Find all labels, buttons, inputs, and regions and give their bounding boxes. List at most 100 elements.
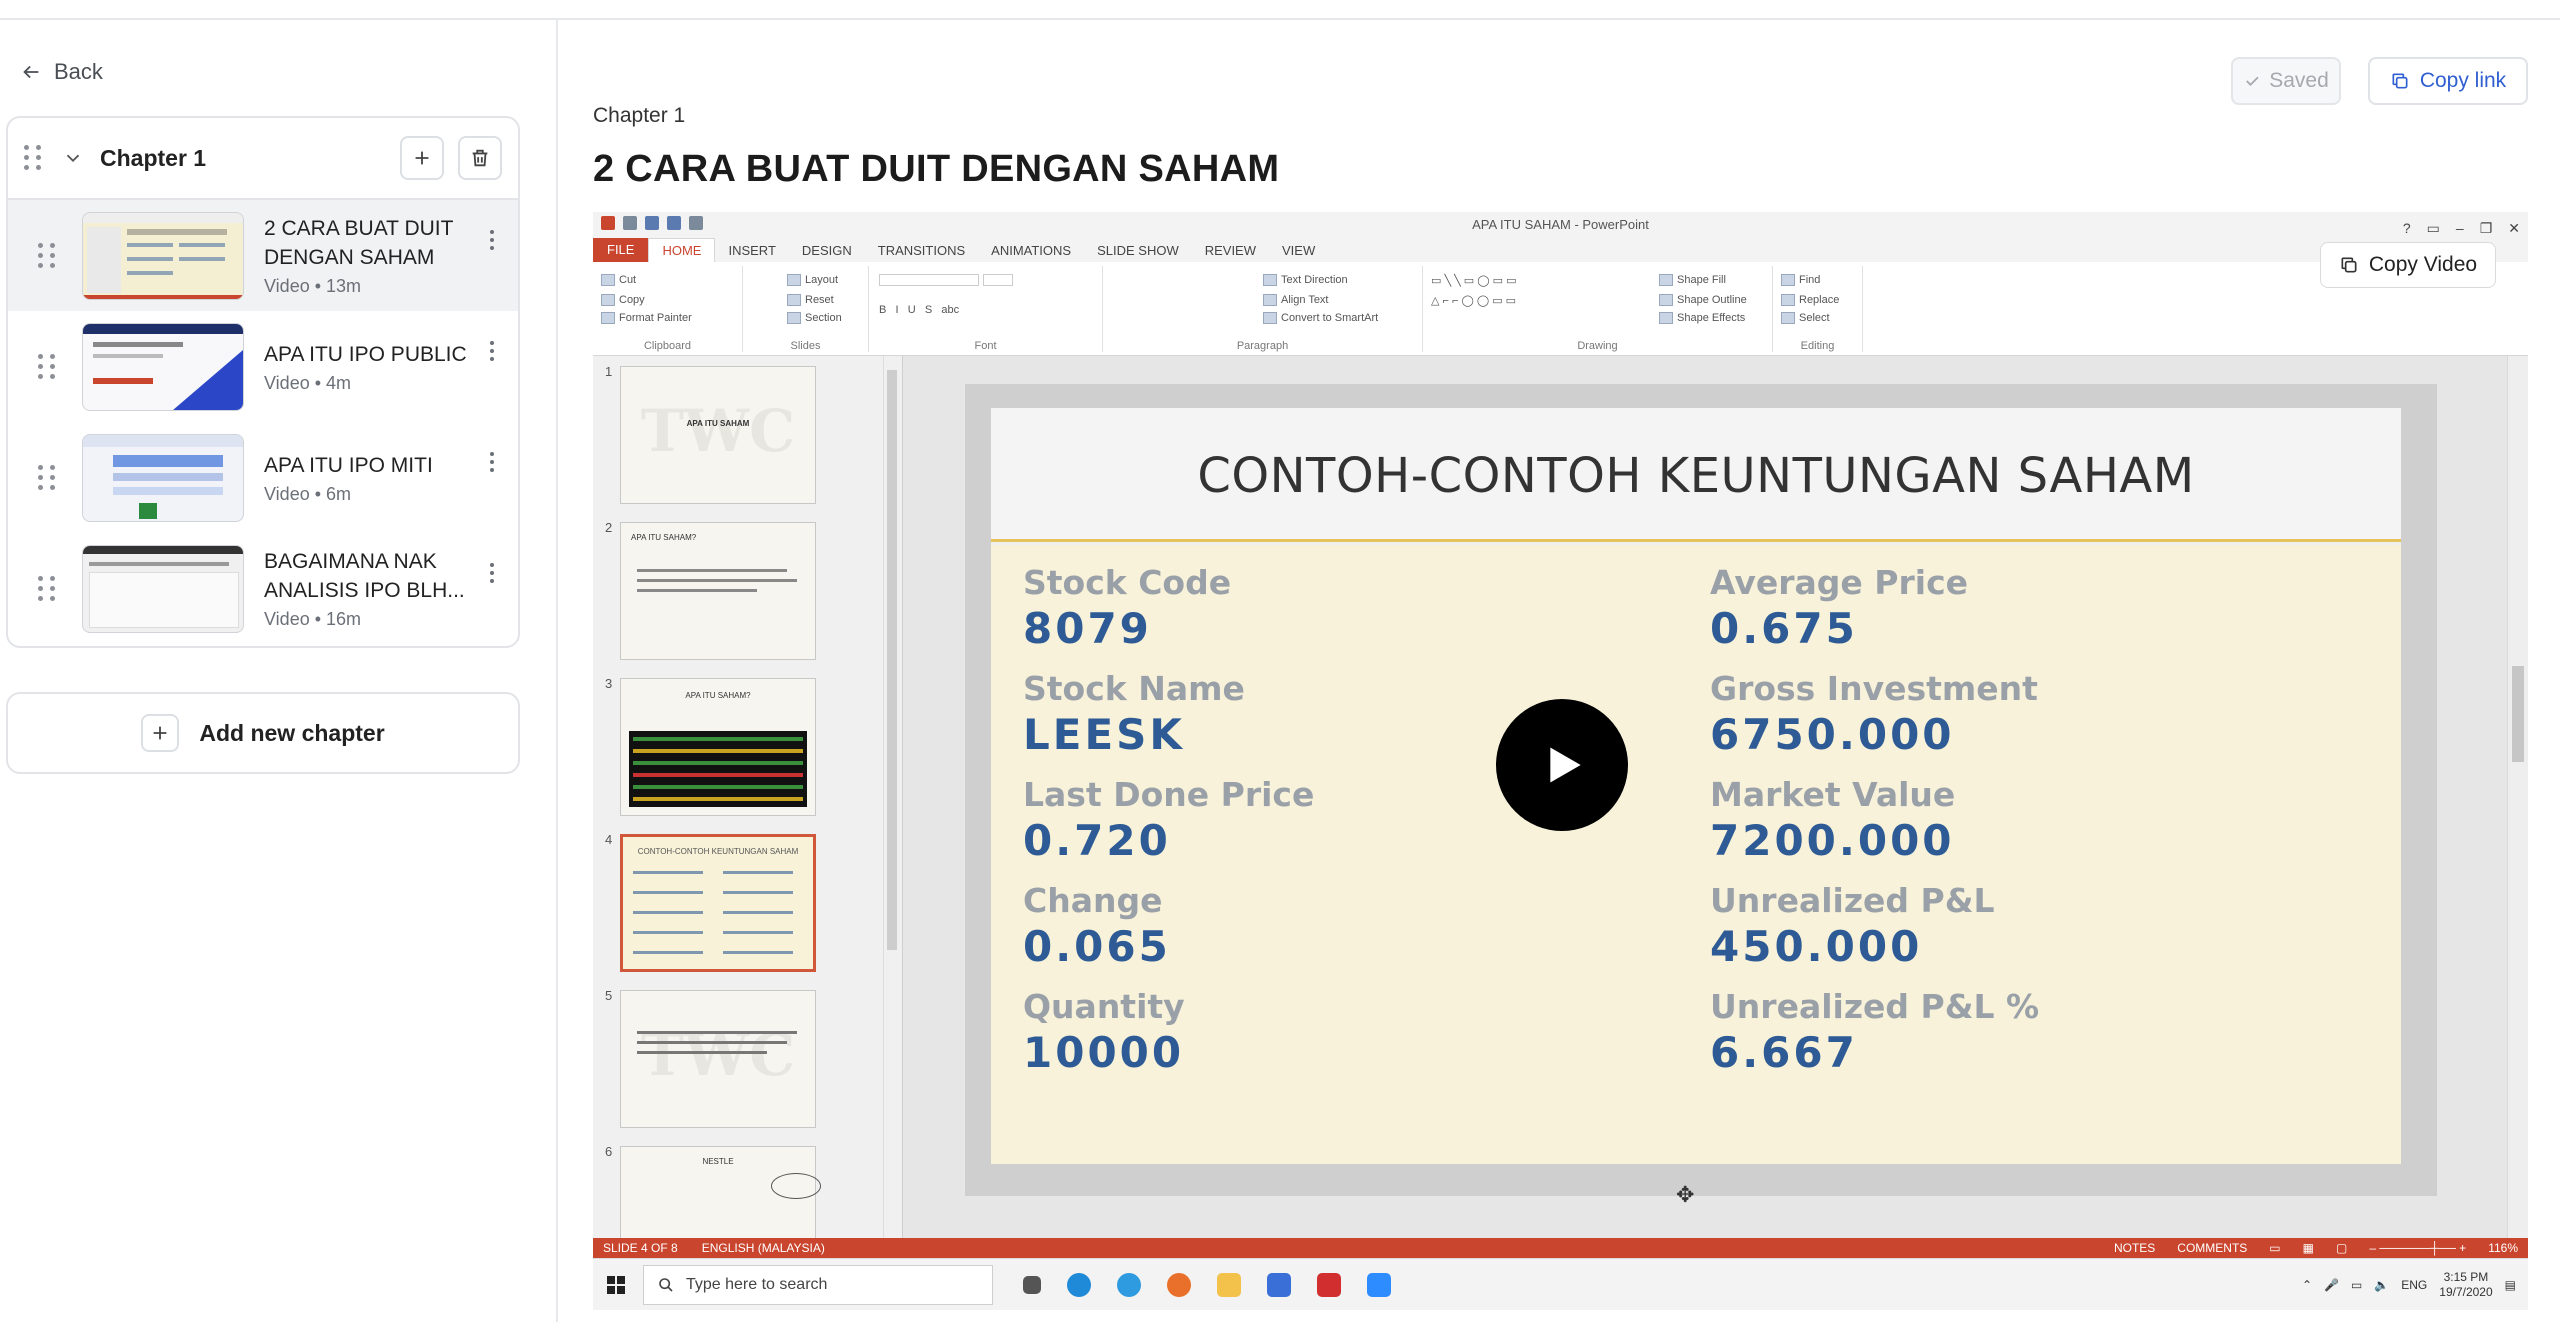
stat-last-done-price: Last Done Price 0.720 xyxy=(1023,775,1314,865)
stat-label: Unrealized P&L % xyxy=(1710,987,2040,1026)
system-tray: ⌃ 🎤 ▭ 🔈 ENG 3:15 PM 19/7/2020 ▤ xyxy=(2302,1270,2528,1300)
window-title: APA ITU SAHAM - PowerPoint xyxy=(1472,217,1649,232)
lesson-title: 2 CARA BUAT DUIT DENGAN SAHAM xyxy=(264,217,454,269)
taskbar-search-placeholder: Type here to search xyxy=(686,1275,828,1293)
slide-thumbnail-selected: CONTOH-CONTOH KEUNTUNGAN SAHAM xyxy=(620,834,816,972)
stat-value: 0.720 xyxy=(1023,816,1171,865)
stat-value: LEESK xyxy=(1023,710,1185,759)
drag-handle-icon[interactable] xyxy=(38,464,58,492)
ribbon-tab-review: REVIEW xyxy=(1204,242,1257,258)
lesson-title: APA ITU IPO PUBLIC xyxy=(264,342,467,366)
notification-icon: ▤ xyxy=(2504,1277,2516,1292)
add-lesson-button[interactable] xyxy=(400,136,444,180)
ribbon-group-editing: Find Replace Select Editing xyxy=(1773,266,1863,352)
top-divider xyxy=(0,0,2560,20)
zoom-level: 116% xyxy=(2488,1241,2518,1255)
lesson-item[interactable]: APA ITU IPO MITI Video • 6m xyxy=(8,422,518,533)
stat-label: Quantity xyxy=(1023,987,1185,1026)
stat-value: 10000 xyxy=(1023,1028,1185,1077)
copy-link-button[interactable]: Copy link xyxy=(2368,57,2528,105)
taskbar-search: Type here to search xyxy=(643,1264,993,1305)
stat-value: 7200.000 xyxy=(1710,816,1955,865)
stat-value: 0.065 xyxy=(1023,922,1171,971)
file-explorer-icon xyxy=(1217,1272,1241,1297)
stat-value: 0.675 xyxy=(1710,604,1858,653)
store-icon xyxy=(1267,1272,1291,1297)
task-view-icon xyxy=(1023,1275,1041,1294)
lesson-text: APA ITU IPO PUBLIC Video • 4m xyxy=(264,340,482,394)
ribbon-group-paragraph: Text Direction Align Text Convert to Sma… xyxy=(1103,266,1423,352)
lesson-text: BAGAIMANA NAK ANALISIS IPO BLH... Video … xyxy=(264,547,482,630)
ribbon-group-label: Drawing xyxy=(1577,340,1618,352)
ribbon-group-slides: Layout Reset Section Slides xyxy=(743,266,869,352)
move-cursor-icon: ✥ xyxy=(1676,1182,1695,1207)
slide-number: 1 xyxy=(605,364,613,379)
back-button[interactable]: Back xyxy=(20,54,103,90)
thumbnail-scrollbar[interactable] xyxy=(883,356,899,1238)
view-sorter-icon: ▦ xyxy=(2302,1241,2314,1255)
slide-header: CONTOH-CONTOH KEUNTUNGAN SAHAM xyxy=(991,408,2401,542)
zoom-slider: – ──────┼── + xyxy=(2369,1241,2467,1255)
mic-icon: 🎤 xyxy=(2324,1277,2339,1292)
slide-content: Stock Code 8079 Stock Name LEESK Last Do… xyxy=(991,545,2401,1164)
stat-unrealized-pl: Unrealized P&L 450.000 xyxy=(1710,881,1995,971)
copy-video-button[interactable]: Copy Video xyxy=(2320,242,2496,288)
more-options-icon[interactable] xyxy=(482,339,502,369)
stat-gross-investment: Gross Investment 6750.000 xyxy=(1710,669,2038,759)
lesson-title: BAGAIMANA NAK ANALISIS IPO BLH... xyxy=(264,550,465,602)
slide-number: 4 xyxy=(605,832,613,847)
more-options-icon[interactable] xyxy=(482,561,502,591)
lesson-item[interactable]: BAGAIMANA NAK ANALISIS IPO BLH... Video … xyxy=(8,533,518,644)
drag-handle-icon[interactable] xyxy=(24,144,44,172)
drag-handle-icon[interactable] xyxy=(38,353,58,381)
stat-stock-code: Stock Code 8079 xyxy=(1023,563,1231,653)
more-options-icon[interactable] xyxy=(482,450,502,480)
back-label: Back xyxy=(54,59,103,84)
drag-handle-icon[interactable] xyxy=(38,242,58,270)
powerpoint-statusbar: SLIDE 4 OF 8 ENGLISH (MALAYSIA) NOTES CO… xyxy=(593,1238,2528,1258)
thumb-stock-grid xyxy=(629,731,807,807)
lesson-thumbnail xyxy=(82,544,244,633)
zoom-app-icon xyxy=(1367,1272,1391,1297)
ribbon-tabs: FILE HOME INSERT DESIGN TRANSITIONS ANIM… xyxy=(593,238,2528,262)
tray-chevron-icon: ⌃ xyxy=(2301,1277,2312,1292)
lesson-item[interactable]: 2 CARA BUAT DUIT DENGAN SAHAM Video • 13… xyxy=(8,200,518,311)
copy-icon xyxy=(2392,73,2408,89)
clock-date: 19/7/2020 xyxy=(2439,1284,2493,1299)
video-player[interactable]: APA ITU SAHAM - PowerPoint ? ▭ – ❐ ✕ FILE HO… xyxy=(593,212,2528,1310)
play-button[interactable] xyxy=(1496,699,1628,831)
lesson-thumbnail xyxy=(82,433,244,522)
slide-info: SLIDE 4 OF 8 xyxy=(603,1241,678,1255)
slide-number: 3 xyxy=(605,676,613,691)
stat-label: Change xyxy=(1023,881,1163,920)
comments-toggle: COMMENTS xyxy=(2177,1241,2248,1255)
stat-unrealized-pl-percent: Unrealized P&L % 6.667 xyxy=(1710,987,2039,1077)
add-chapter-button[interactable]: Add new chapter xyxy=(6,692,520,774)
thumb-title: CONTOH-CONTOH KEUNTUNGAN SAHAM xyxy=(637,847,799,856)
copy-video-label: Copy Video xyxy=(2368,253,2478,276)
saved-button: Saved xyxy=(2231,57,2341,105)
ribbon-tab-home: HOME xyxy=(648,238,716,262)
delete-chapter-button[interactable] xyxy=(458,136,502,180)
copy-icon xyxy=(2341,257,2357,273)
ribbon-tab-file: FILE xyxy=(593,238,649,262)
thumb-title: NESTLE xyxy=(702,1157,734,1166)
ribbon-group-label: Clipboard xyxy=(643,340,692,352)
stat-change: Change 0.065 xyxy=(1023,881,1171,971)
play-icon xyxy=(1550,747,1581,783)
slide-thumbnail-panel: 1 TWC APA ITU SAHAM 2 APA ITU SAHAM? 3 A… xyxy=(593,356,903,1238)
notes-toggle: NOTES xyxy=(2113,1241,2156,1255)
clock-time: 3:15 PM xyxy=(2443,1269,2489,1284)
chevron-down-icon[interactable] xyxy=(62,147,84,169)
slide-scrollbar[interactable] xyxy=(2507,356,2528,1238)
drag-handle-icon[interactable] xyxy=(38,575,58,603)
slide-thumbnail: TWC xyxy=(620,990,816,1128)
trash-icon xyxy=(472,149,488,167)
more-options-icon[interactable] xyxy=(482,228,502,258)
lesson-item[interactable]: APA ITU IPO PUBLIC Video • 4m xyxy=(8,311,518,422)
chapter-title: Chapter 1 xyxy=(100,144,207,171)
lesson-meta: Video • 16m xyxy=(264,609,362,629)
slide-thumbnail: NESTLE xyxy=(620,1146,821,1238)
copy-link-label: Copy link xyxy=(2419,69,2507,92)
slide-thumbnail: APA ITU SAHAM? xyxy=(620,678,816,816)
